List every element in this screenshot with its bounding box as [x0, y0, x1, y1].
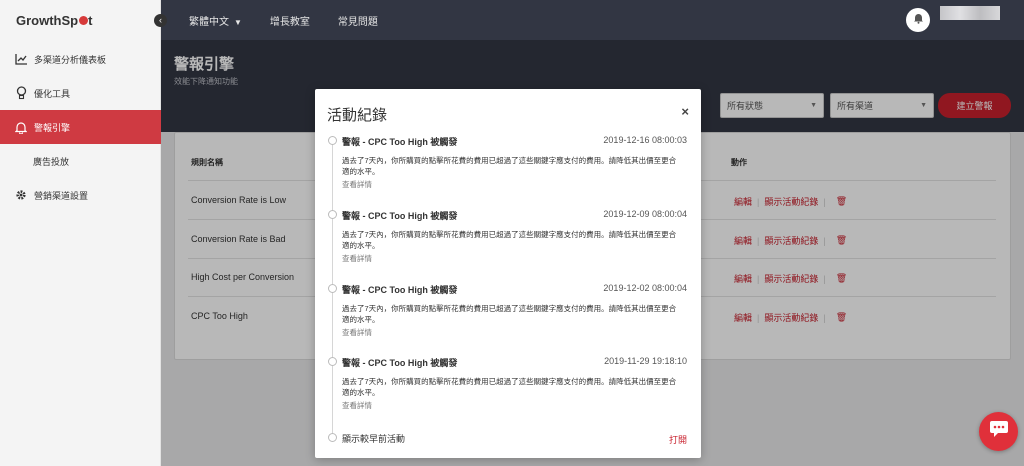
activity-entry-title: 警報 - CPC Too High 被觸發 — [342, 137, 458, 147]
nav-link-growth-class[interactable]: 增長教室 — [270, 13, 310, 28]
language-selector[interactable]: 繁體中文 ▼ — [189, 13, 242, 28]
gear-icon — [14, 188, 28, 202]
sidebar-item-alert-engine[interactable]: 警報引擎 — [0, 110, 161, 144]
nav-link-faq[interactable]: 常見問題 — [338, 13, 378, 28]
bell-icon — [14, 120, 28, 134]
timeline-dot — [328, 357, 337, 366]
logo-text-suffix: t — [88, 12, 93, 28]
activity-entry-description: 過去了7天內，你所購買的點擊所花費的費用已超過了這些關鍵字應支付的費用。請降低其… — [342, 377, 677, 397]
sidebar-item-label: 警報引擎 — [34, 122, 71, 133]
sidebar-item-dashboard[interactable]: 多渠道分析儀表板 — [0, 42, 161, 76]
sidebar-item-label: 營銷渠道設置 — [34, 190, 89, 201]
activity-entry-title: 警報 - CPC Too High 被觸發 — [342, 358, 458, 368]
timeline-dot — [328, 210, 337, 219]
sidebar-collapse-button[interactable]: ‹ — [154, 14, 167, 27]
activity-entry-date: 2019-11-29 19:18:10 — [604, 356, 687, 366]
chevron-down-icon: ▼ — [234, 17, 242, 27]
view-details-link[interactable]: 查看詳情 — [342, 400, 372, 411]
activity-entry-date: 2019-12-02 08:00:04 — [603, 283, 687, 293]
top-bar: 繁體中文 ▼ 增長教室 常見問題 — [161, 0, 1024, 40]
timeline-dot — [328, 284, 337, 293]
activity-log-modal: 活動紀錄 × 警報 - CPC Too High 被觸發 2019-12-16 … — [315, 89, 701, 458]
activity-entry-description: 過去了7天內，你所購買的點擊所花費的費用已超過了這些關鍵字應支付的費用。請降低其… — [342, 304, 677, 324]
chat-support-button[interactable] — [979, 412, 1018, 451]
sidebar-item-label: 多渠道分析儀表板 — [34, 54, 107, 65]
sidebar-item-label: 優化工具 — [34, 88, 71, 99]
sidebar-item-ad-placement[interactable]: 廣告投放 — [0, 144, 161, 178]
sidebar-item-label: 廣告投放 — [33, 156, 70, 167]
notification-bell-button[interactable] — [906, 8, 930, 32]
view-details-link[interactable]: 查看詳情 — [342, 253, 372, 264]
activity-entry-description: 過去了7天內，你所購買的點擊所花費的費用已超過了這些關鍵字應支付的費用。請降低其… — [342, 230, 677, 250]
logo-text-prefix: GrowthSp — [16, 12, 79, 28]
open-earlier-activity-link[interactable]: 打開 — [669, 433, 687, 446]
close-icon[interactable]: × — [681, 104, 689, 119]
view-details-link[interactable]: 查看詳情 — [342, 179, 372, 190]
sidebar-item-channel-settings[interactable]: 營銷渠道設置 — [0, 178, 161, 212]
activity-entry-date: 2019-12-16 08:00:03 — [603, 135, 687, 145]
activity-entry-date: 2019-12-09 08:00:04 — [603, 209, 687, 219]
user-account-menu[interactable] — [940, 6, 1000, 20]
activity-entry-title: 警報 - CPC Too High 被觸發 — [342, 285, 458, 295]
timeline-dot — [328, 136, 337, 145]
sidebar: GrowthSp t 多渠道分析儀表板 優化工具 警報引擎 廣告投放 營銷渠道設置 — [0, 0, 161, 466]
modal-title: 活動紀錄 — [327, 107, 388, 124]
activity-entry-title: 警報 - CPC Too High 被觸發 — [342, 211, 458, 221]
show-earlier-activity-label: 顯示較早前活動 — [342, 434, 406, 444]
activity-entry-description: 過去了7天內，你所購買的點擊所花費的費用已超過了這些關鍵字應支付的費用。請降低其… — [342, 156, 677, 176]
sidebar-item-optimization[interactable]: 優化工具 — [0, 76, 161, 110]
lightbulb-icon — [14, 86, 28, 100]
app-logo[interactable]: GrowthSp t — [0, 0, 160, 40]
language-label: 繁體中文 — [189, 16, 229, 28]
view-details-link[interactable]: 查看詳情 — [342, 327, 372, 338]
chart-line-icon — [14, 52, 28, 66]
logo-dot-icon — [78, 15, 88, 25]
timeline-dot — [328, 433, 337, 442]
bell-icon — [913, 11, 924, 29]
chat-bubble-icon — [989, 420, 1009, 443]
